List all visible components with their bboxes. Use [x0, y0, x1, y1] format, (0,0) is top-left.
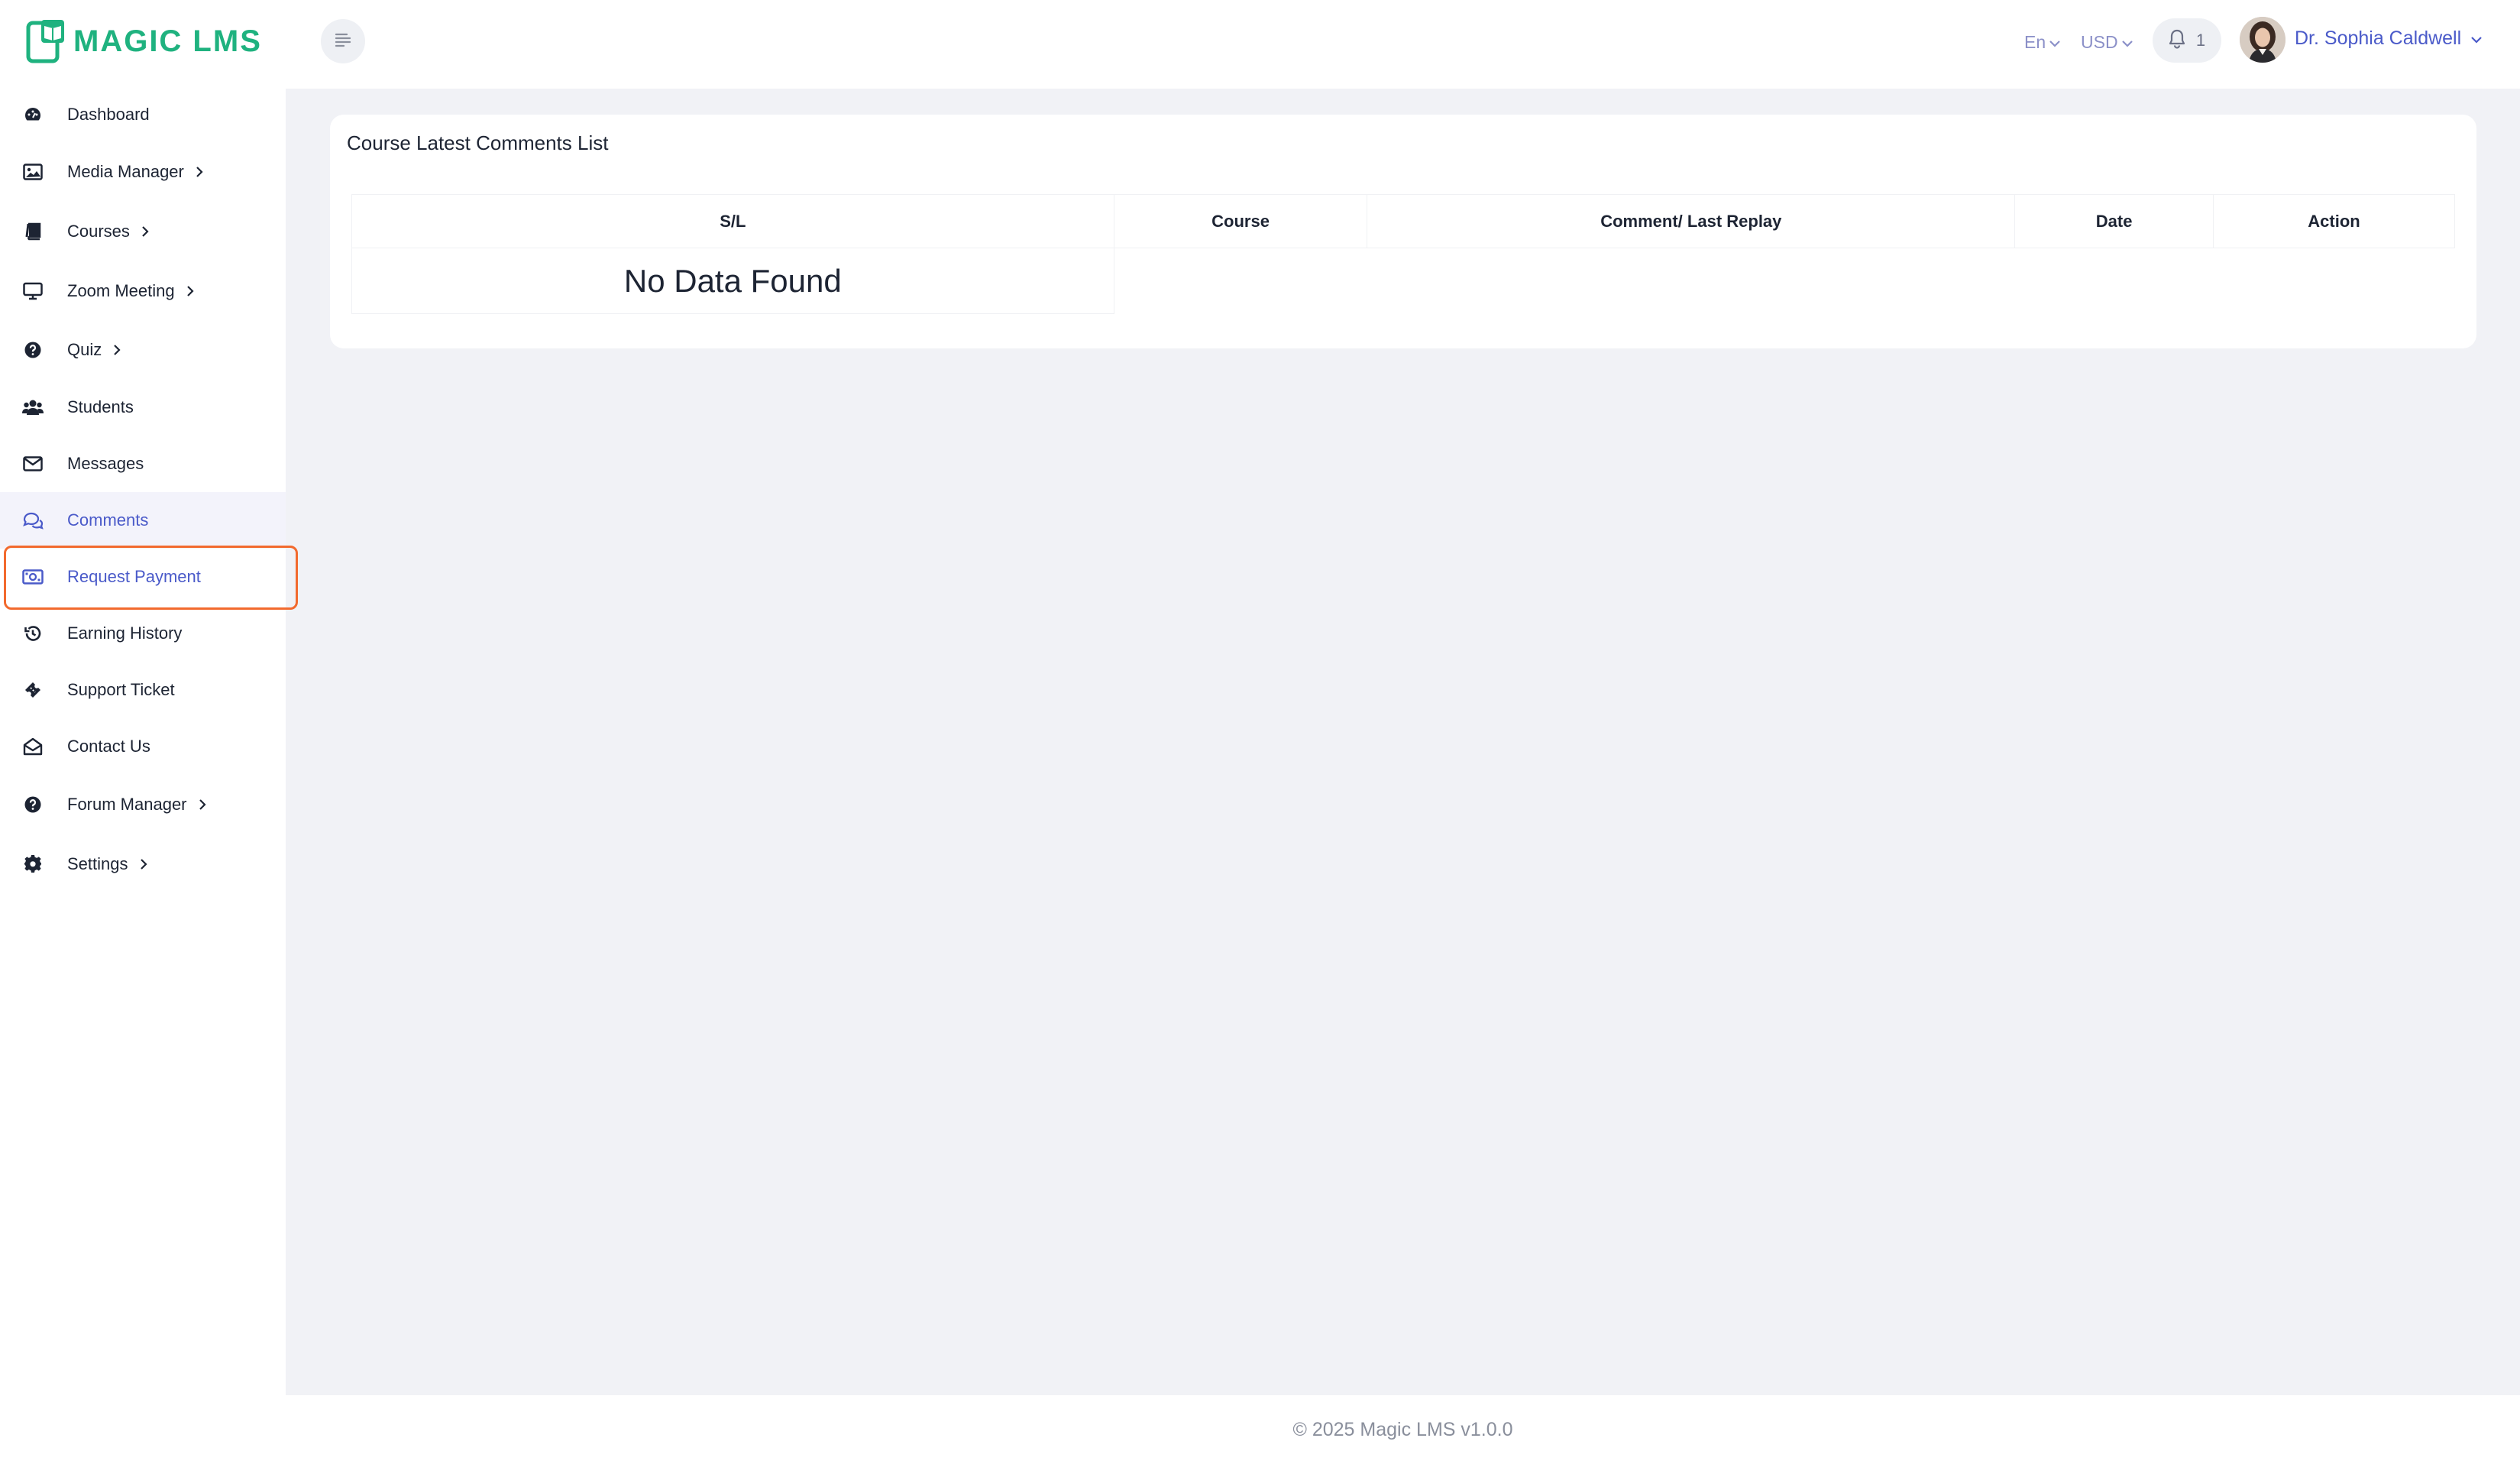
- language-value: En: [2024, 32, 2046, 52]
- chevron-right-icon: [195, 165, 209, 179]
- empty-state-text: No Data Found: [623, 262, 842, 299]
- notification-count: 1: [2195, 31, 2206, 50]
- page-title: Course Latest Comments List: [347, 131, 609, 154]
- table-row: No Data Found: [351, 248, 2455, 314]
- sidebar-item-comments[interactable]: Comments: [0, 492, 286, 549]
- user-menu[interactable]: Dr. Sophia Caldwell: [2295, 28, 2483, 50]
- logo-book-icon: [26, 18, 66, 64]
- sidebar-item-label: Request Payment: [67, 567, 201, 586]
- sidebar-item-label: Support Ticket: [67, 680, 175, 699]
- menu-toggle-button[interactable]: [321, 19, 365, 63]
- sidebar-item-label: Media Manager: [67, 162, 184, 181]
- chevron-right-icon: [112, 343, 126, 357]
- empty-cell: [1367, 248, 2015, 314]
- menu-lines-icon: [333, 31, 353, 53]
- sidebar-item-label: Courses: [67, 222, 130, 241]
- comments-icon: [21, 509, 44, 532]
- gear-icon: [21, 853, 44, 876]
- sidebar-item-label: Dashboard: [67, 105, 150, 124]
- envelope-open-icon: [21, 735, 44, 758]
- sidebar-nav: Dashboard Media Manager Courses Zoom Mee…: [0, 87, 286, 894]
- user-name: Dr. Sophia Caldwell: [2295, 28, 2462, 49]
- footer-copyright: © 2025 Magic LMS v1.0.0: [1292, 1418, 1513, 1440]
- sidebar: MAGIC LMS Dashboard Media Manager Course…: [0, 0, 298, 1464]
- chevron-down-icon: [2470, 28, 2483, 50]
- sidebar-item-contact-us[interactable]: Contact Us: [0, 718, 286, 775]
- sidebar-item-label: Students: [67, 397, 134, 416]
- image-icon: [21, 160, 44, 183]
- table-header-row: S/L Course Comment/ Last Replay Date Act…: [351, 194, 2455, 248]
- chevron-down-icon: [2049, 32, 2061, 53]
- avatar[interactable]: [2240, 17, 2285, 63]
- history-icon: [21, 622, 44, 645]
- sidebar-item-label: Messages: [67, 454, 144, 473]
- notifications-button[interactable]: 1: [2153, 18, 2221, 63]
- chevron-down-icon: [2121, 32, 2133, 53]
- sidebar-item-label: Earning History: [67, 623, 183, 643]
- empty-cell: [2214, 248, 2455, 314]
- sidebar-item-messages[interactable]: Messages: [0, 436, 286, 492]
- comments-card: Course Latest Comments List S/L Course C…: [330, 115, 2476, 348]
- sidebar-item-label: Forum Manager: [67, 795, 187, 814]
- comments-table: S/L Course Comment/ Last Replay Date Act…: [351, 194, 2455, 314]
- sidebar-item-label: Settings: [67, 854, 128, 873]
- language-select[interactable]: En: [2024, 32, 2061, 53]
- sidebar-item-forum-manager[interactable]: Forum Manager: [0, 775, 286, 834]
- column-header-comment: Comment/ Last Replay: [1367, 194, 2016, 248]
- footer: © 2025 Magic LMS v1.0.0: [286, 1395, 2520, 1464]
- bell-icon: [2169, 29, 2185, 53]
- money-icon: [21, 565, 44, 588]
- empty-cell: [1114, 248, 1367, 314]
- sidebar-item-media-manager[interactable]: Media Manager: [0, 142, 286, 202]
- sidebar-item-dashboard[interactable]: Dashboard: [0, 87, 286, 142]
- chevron-right-icon: [186, 284, 199, 298]
- sidebar-item-settings[interactable]: Settings: [0, 834, 286, 894]
- empty-cell: No Data Found: [351, 248, 1114, 314]
- sidebar-item-quiz[interactable]: Quiz: [0, 321, 286, 379]
- sidebar-item-label: Comments: [67, 510, 149, 530]
- ticket-icon: [21, 679, 44, 701]
- sidebar-item-students[interactable]: Students: [0, 379, 286, 436]
- sidebar-item-zoom-meeting[interactable]: Zoom Meeting: [0, 261, 286, 321]
- sidebar-item-courses[interactable]: Courses: [0, 202, 286, 261]
- column-header-sl: S/L: [351, 194, 1114, 248]
- book-icon: [21, 220, 44, 243]
- chevron-right-icon: [198, 798, 212, 811]
- sidebar-item-label: Quiz: [67, 340, 102, 359]
- empty-cell: [2015, 248, 2214, 314]
- sidebar-item-label: Contact Us: [67, 737, 150, 756]
- column-header-course: Course: [1113, 194, 1368, 248]
- sidebar-item-request-payment[interactable]: Request Payment: [0, 549, 286, 605]
- envelope-icon: [21, 452, 44, 475]
- users-icon: [21, 396, 44, 419]
- dashboard-icon: [21, 103, 44, 126]
- top-header: En USD 1 Dr. Sophia Caldwell: [286, 0, 2520, 89]
- chevron-right-icon: [141, 225, 154, 238]
- brand-logo[interactable]: MAGIC LMS: [26, 15, 262, 67]
- question-icon: [21, 338, 44, 361]
- sidebar-item-support-ticket[interactable]: Support Ticket: [0, 662, 286, 718]
- monitor-icon: [21, 280, 44, 303]
- currency-select[interactable]: USD: [2081, 32, 2133, 53]
- column-header-action: Action: [2213, 194, 2455, 248]
- currency-value: USD: [2081, 32, 2118, 52]
- chevron-right-icon: [139, 857, 153, 871]
- column-header-date: Date: [2014, 194, 2214, 248]
- sidebar-item-earning-history[interactable]: Earning History: [0, 605, 286, 662]
- question-icon: [21, 793, 44, 816]
- sidebar-item-label: Zoom Meeting: [67, 281, 175, 300]
- logo-text: MAGIC LMS: [73, 24, 262, 58]
